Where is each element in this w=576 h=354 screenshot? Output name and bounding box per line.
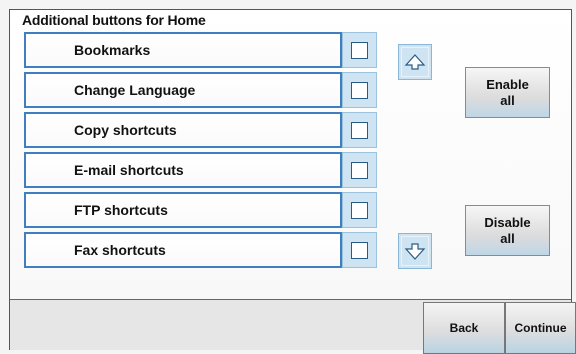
- checkbox[interactable]: [351, 161, 368, 179]
- checkbox-cell[interactable]: [342, 232, 377, 268]
- disable-all-button[interactable]: Disable all: [465, 205, 550, 256]
- list-item: E-mail shortcuts: [24, 152, 378, 192]
- item-button-copy-shortcuts[interactable]: Copy shortcuts: [24, 112, 342, 148]
- item-button-email-shortcuts[interactable]: E-mail shortcuts: [24, 152, 342, 188]
- back-label: Back: [449, 321, 479, 335]
- list-item: Fax shortcuts: [24, 232, 378, 272]
- checkbox-cell[interactable]: [342, 192, 377, 228]
- scroll-up-inner: [401, 47, 429, 77]
- item-label: Copy shortcuts: [74, 122, 177, 138]
- item-button-fax-shortcuts[interactable]: Fax shortcuts: [24, 232, 342, 268]
- checkbox[interactable]: [351, 201, 368, 219]
- item-button-ftp-shortcuts[interactable]: FTP shortcuts: [24, 192, 342, 228]
- list-item: Change Language: [24, 72, 378, 112]
- continue-label: Continue: [514, 321, 567, 335]
- checkbox[interactable]: [351, 241, 368, 259]
- chevron-down-icon: [404, 243, 426, 260]
- enable-all-button[interactable]: Enable all: [465, 67, 550, 118]
- page-title: Additional buttons for Home: [22, 12, 206, 28]
- item-button-change-language[interactable]: Change Language: [24, 72, 342, 108]
- checkbox-cell[interactable]: [342, 72, 377, 108]
- chevron-up-icon: [404, 54, 426, 70]
- list-item: FTP shortcuts: [24, 192, 378, 232]
- list-item: Bookmarks: [24, 32, 378, 72]
- scroll-down-inner: [401, 236, 429, 266]
- item-button-bookmarks[interactable]: Bookmarks: [24, 32, 342, 68]
- checkbox-cell[interactable]: [342, 32, 377, 68]
- checkbox[interactable]: [351, 121, 368, 139]
- item-label: FTP shortcuts: [74, 202, 168, 218]
- checkbox-cell[interactable]: [342, 152, 377, 188]
- item-label: Bookmarks: [74, 42, 151, 58]
- disable-all-label: Disable all: [484, 214, 531, 246]
- checkbox-cell[interactable]: [342, 112, 377, 148]
- item-label: Change Language: [74, 82, 196, 98]
- checkbox[interactable]: [351, 41, 368, 59]
- scroll-down-button[interactable]: [398, 233, 432, 269]
- item-label: Fax shortcuts: [74, 242, 166, 258]
- back-button[interactable]: Back: [423, 302, 505, 354]
- list-item: Copy shortcuts: [24, 112, 378, 152]
- checkbox[interactable]: [351, 81, 368, 99]
- enable-all-label: Enable all: [486, 76, 529, 108]
- scroll-up-button[interactable]: [398, 44, 432, 80]
- continue-button[interactable]: Continue: [505, 302, 576, 354]
- item-label: E-mail shortcuts: [74, 162, 184, 178]
